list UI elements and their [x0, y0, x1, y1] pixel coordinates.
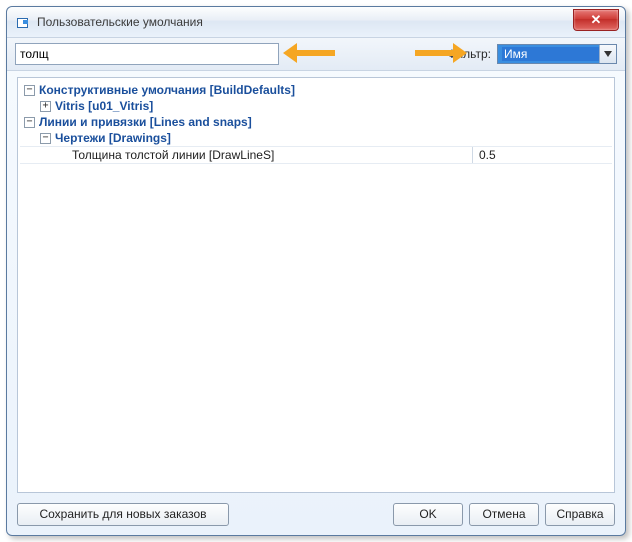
tree-label: Конструктивные умолчания [BuildDefaults]	[39, 82, 295, 98]
setting-row-drawline[interactable]: Толщина толстой линии [DrawLineS] 0.5	[20, 146, 612, 164]
expander-minus-icon[interactable]: −	[24, 85, 35, 96]
close-icon: ✕	[591, 12, 602, 28]
expander-minus-icon[interactable]: −	[40, 133, 51, 144]
tree-node-lines-snaps[interactable]: − Линии и привязки [Lines and snaps]	[20, 114, 612, 130]
help-button[interactable]: Справка	[545, 503, 615, 526]
arrow-pointing-filter-icon	[415, 45, 467, 61]
button-bar: Сохранить для новых заказов OK Отмена Сп…	[17, 501, 615, 527]
setting-name: Толщина толстой линии [DrawLineS]	[20, 147, 472, 163]
tree-node-build-defaults[interactable]: − Конструктивные умолчания [BuildDefault…	[20, 82, 612, 98]
tree-label: Vitris [u01_Vitris]	[55, 98, 153, 114]
tree-node-vitris[interactable]: + Vitris [u01_Vitris]	[20, 98, 612, 114]
tree-panel: − Конструктивные умолчания [BuildDefault…	[17, 77, 615, 493]
tree-label: Линии и привязки [Lines and snaps]	[39, 114, 252, 130]
filter-select-value: Имя	[502, 47, 599, 61]
arrow-pointing-search-icon	[283, 45, 335, 61]
close-button[interactable]: ✕	[573, 9, 619, 31]
tree-node-drawings[interactable]: − Чертежи [Drawings]	[20, 130, 612, 146]
save-for-new-orders-button[interactable]: Сохранить для новых заказов	[17, 503, 229, 526]
filter-select[interactable]: Имя	[497, 44, 617, 64]
tree-label: Чертежи [Drawings]	[55, 130, 171, 146]
settings-tree[interactable]: − Конструктивные умолчания [BuildDefault…	[18, 78, 614, 168]
chevron-down-icon	[599, 45, 616, 63]
setting-value[interactable]: 0.5	[472, 147, 612, 163]
app-icon	[15, 14, 31, 30]
expander-plus-icon[interactable]: +	[40, 101, 51, 112]
titlebar: Пользовательские умолчания ✕	[7, 7, 625, 38]
ok-button[interactable]: OK	[393, 503, 463, 526]
dialog-window: Пользовательские умолчания ✕ Фильтр: Имя	[6, 6, 626, 536]
search-input[interactable]	[15, 43, 279, 65]
expander-minus-icon[interactable]: −	[24, 117, 35, 128]
window-title: Пользовательские умолчания	[37, 15, 203, 29]
cancel-button[interactable]: Отмена	[469, 503, 539, 526]
